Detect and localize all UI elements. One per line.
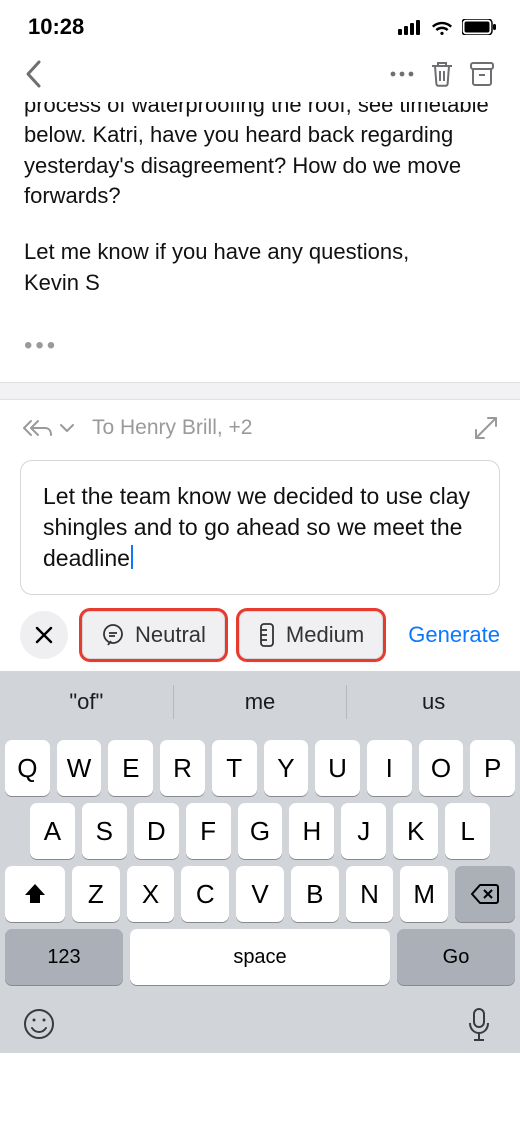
key-j[interactable]: J — [341, 803, 386, 859]
more-button[interactable] — [382, 54, 422, 94]
ai-options-row: Neutral Medium Generate — [0, 611, 520, 671]
key-row-2: A S D F G H J K L — [0, 796, 520, 859]
expand-icon — [472, 414, 500, 442]
close-ai-button[interactable] — [20, 611, 68, 659]
key-c[interactable]: C — [181, 866, 229, 922]
tone-chip[interactable]: Neutral — [82, 611, 225, 659]
backspace-icon — [470, 883, 500, 905]
reply-all-icon[interactable] — [20, 417, 54, 439]
x-icon — [34, 625, 54, 645]
chat-icon — [101, 623, 125, 647]
chevron-down-icon[interactable] — [58, 422, 76, 434]
key-w[interactable]: W — [57, 740, 102, 796]
status-time: 10:28 — [28, 14, 84, 40]
key-k[interactable]: K — [393, 803, 438, 859]
mic-icon[interactable] — [466, 1007, 492, 1043]
wifi-icon — [430, 18, 454, 36]
shift-key[interactable] — [5, 866, 65, 922]
key-m[interactable]: M — [400, 866, 448, 922]
status-indicators — [398, 18, 496, 36]
signal-icon — [398, 19, 422, 35]
compose-text: Let the team know we decided to use clay… — [43, 483, 470, 571]
reply-header: To Henry Brill, +2 — [0, 400, 520, 448]
section-divider — [0, 382, 520, 400]
numbers-key[interactable]: 123 — [5, 929, 123, 985]
status-bar: 10:28 — [0, 0, 520, 44]
suggestion-3[interactable]: us — [347, 689, 520, 715]
archive-button[interactable] — [462, 54, 502, 94]
length-label: Medium — [286, 622, 364, 648]
key-h[interactable]: H — [289, 803, 334, 859]
email-body-text: below. Katri, have you heard back regard… — [24, 120, 496, 211]
key-s[interactable]: S — [82, 803, 127, 859]
key-a[interactable]: A — [30, 803, 75, 859]
delete-button[interactable] — [422, 54, 462, 94]
keyboard-footer — [0, 985, 520, 1043]
key-o[interactable]: O — [419, 740, 464, 796]
key-row-4: 123 space Go — [0, 922, 520, 985]
key-t[interactable]: T — [212, 740, 257, 796]
key-y[interactable]: Y — [264, 740, 309, 796]
generate-button[interactable]: Generate — [408, 622, 500, 648]
key-v[interactable]: V — [236, 866, 284, 922]
key-e[interactable]: E — [108, 740, 153, 796]
ruler-icon — [258, 622, 276, 648]
expand-button[interactable] — [472, 414, 500, 442]
text-cursor — [131, 545, 133, 569]
reply-to-label[interactable]: To Henry Brill, +2 — [92, 416, 252, 440]
key-n[interactable]: N — [346, 866, 394, 922]
shift-icon — [23, 882, 47, 906]
key-p[interactable]: P — [470, 740, 515, 796]
key-b[interactable]: B — [291, 866, 339, 922]
key-z[interactable]: Z — [72, 866, 120, 922]
tone-label: Neutral — [135, 622, 206, 648]
key-q[interactable]: Q — [5, 740, 50, 796]
suggestion-1[interactable]: "of" — [0, 689, 173, 715]
email-body: process of waterproofing the roof, see t… — [0, 102, 520, 318]
email-signoff-line1: Let me know if you have any questions, — [24, 237, 496, 267]
space-key[interactable]: space — [130, 929, 390, 985]
suggestion-2[interactable]: me — [174, 689, 347, 715]
email-body-line: process of waterproofing the roof, see t… — [24, 102, 496, 120]
battery-icon — [462, 19, 496, 35]
trash-icon — [429, 60, 455, 88]
length-chip[interactable]: Medium — [239, 611, 383, 659]
thread-more-button[interactable]: ••• — [0, 318, 520, 382]
key-i[interactable]: I — [367, 740, 412, 796]
back-button[interactable] — [14, 54, 54, 94]
key-row-1: Q W E R T Y U I O P — [0, 733, 520, 796]
key-d[interactable]: D — [134, 803, 179, 859]
archive-icon — [469, 61, 495, 87]
email-signoff-line2: Kevin S — [24, 268, 496, 298]
key-f[interactable]: F — [186, 803, 231, 859]
key-r[interactable]: R — [160, 740, 205, 796]
backspace-key[interactable] — [455, 866, 515, 922]
emoji-icon[interactable] — [22, 1007, 56, 1041]
app-bar — [0, 44, 520, 102]
suggestion-row: "of" me us — [0, 671, 520, 733]
key-l[interactable]: L — [445, 803, 490, 859]
chevron-left-icon — [23, 59, 45, 89]
go-key[interactable]: Go — [397, 929, 515, 985]
compose-input[interactable]: Let the team know we decided to use clay… — [20, 460, 500, 595]
key-u[interactable]: U — [315, 740, 360, 796]
keyboard: "of" me us Q W E R T Y U I O P A S D F G… — [0, 671, 520, 1053]
key-row-3: Z X C V B N M — [0, 859, 520, 922]
key-g[interactable]: G — [238, 803, 283, 859]
key-x[interactable]: X — [127, 866, 175, 922]
ellipsis-icon — [389, 70, 415, 78]
